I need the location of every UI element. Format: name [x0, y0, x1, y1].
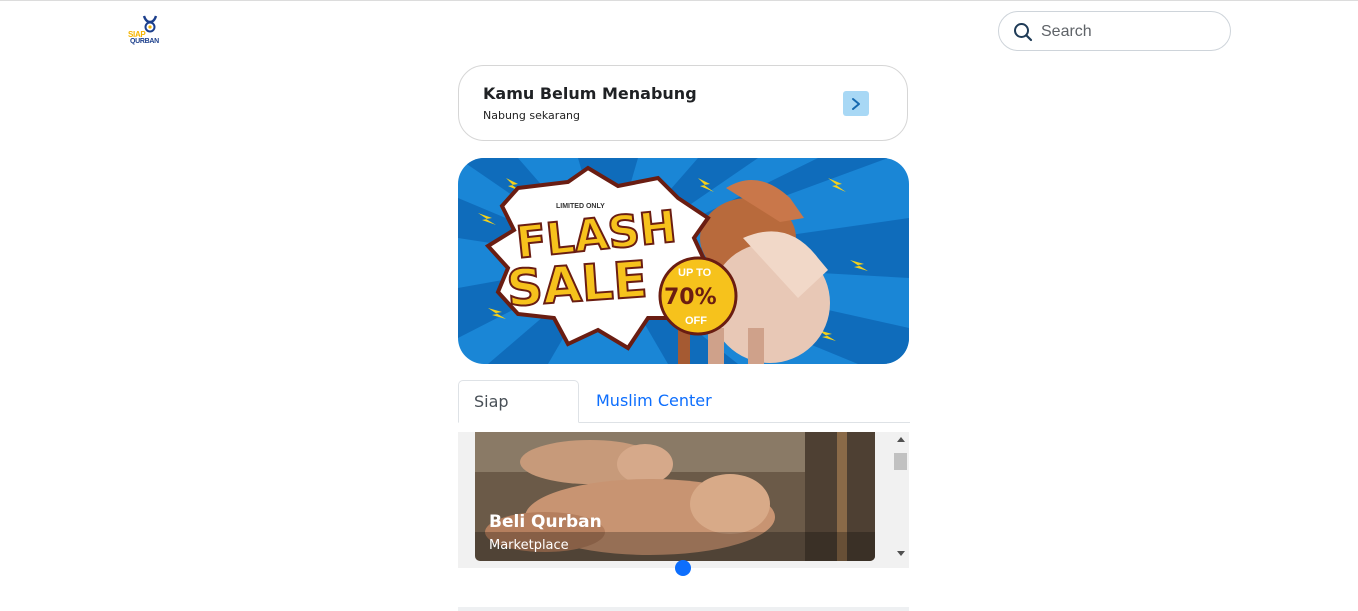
card-subtitle: Marketplace [489, 538, 569, 553]
flash-sale-banner[interactable]: LIMITED ONLY FLASH SALE UP TO 70% OFF [458, 158, 909, 364]
carousel-indicator-dot[interactable] [675, 560, 691, 576]
vertical-scrollbar[interactable] [892, 432, 909, 568]
scroll-down-arrow-icon[interactable] [897, 551, 905, 556]
search-box[interactable] [998, 11, 1231, 51]
search-icon [1014, 23, 1033, 42]
savings-subtitle: Nabung sekarang [483, 109, 581, 122]
scroll-up-arrow-icon[interactable] [897, 437, 905, 442]
savings-card[interactable]: Kamu Belum Menabung Nabung sekarang [458, 65, 908, 141]
beli-qurban-card[interactable]: Beli Qurban Marketplace [475, 432, 875, 561]
section-divider [458, 607, 909, 611]
svg-text:OFF: OFF [685, 315, 707, 327]
tab-muslim-center[interactable]: Muslim Center [581, 380, 727, 422]
scroll-thumb[interactable] [894, 453, 907, 470]
search-input[interactable] [1039, 20, 1223, 44]
tab-content-panel[interactable]: Beli Qurban Marketplace [458, 432, 909, 568]
card-title: Beli Qurban [489, 512, 602, 532]
svg-text:SALE: SALE [505, 250, 649, 318]
savings-go-button[interactable] [843, 91, 869, 116]
tab-siap-qurban[interactable]: Siap Qurban [458, 380, 579, 453]
siap-qurban-logo[interactable]: SIAP QURBAN [128, 14, 168, 48]
flash-sale-banner-art: LIMITED ONLY FLASH SALE UP TO 70% OFF [458, 158, 909, 364]
chevron-right-icon [852, 97, 860, 110]
category-tabs: Siap Qurban Muslim Center [458, 380, 910, 453]
logo-text-qurban: QURBAN [130, 38, 159, 45]
svg-text:70%: 70% [664, 285, 717, 310]
top-border [0, 0, 1358, 1]
savings-title: Kamu Belum Menabung [483, 84, 697, 103]
svg-text:UP TO: UP TO [678, 267, 712, 279]
